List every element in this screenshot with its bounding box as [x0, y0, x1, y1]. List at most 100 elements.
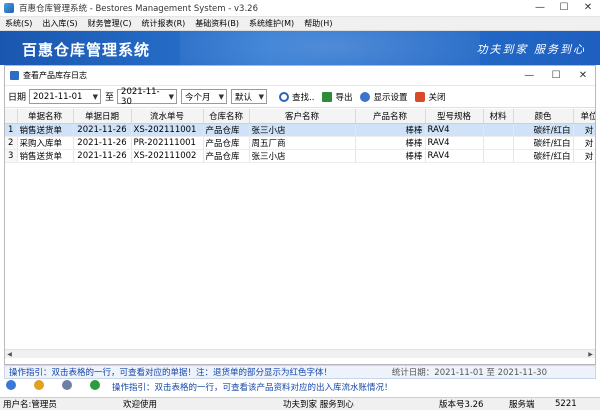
cell: 产品仓库 — [203, 136, 250, 150]
stock-log-grid[interactable]: 单据名称 单据日期 流水单号 仓库名称 客户名称 产品名称 型号规格 材料 颜色… — [5, 109, 595, 333]
search-label: 查找.. — [292, 92, 315, 103]
column-header[interactable]: 流水单号 — [131, 109, 204, 124]
help-icon[interactable] — [6, 380, 16, 390]
column-header[interactable]: 单位 — [573, 109, 595, 124]
info-icon[interactable] — [34, 380, 44, 390]
column-header[interactable]: 单据日期 — [73, 109, 132, 124]
banner: 百惠仓库管理系统 功夫到家 服务到心 — [0, 31, 600, 65]
close-icon[interactable]: ✕ — [576, 0, 600, 16]
export-button[interactable]: 导出 — [322, 91, 352, 103]
status-user: 用户名:管理员 — [3, 400, 57, 410]
cell: 棒棒 — [355, 136, 426, 150]
cell — [483, 136, 514, 150]
horizontal-scrollbar[interactable]: ◀ ▶ — [5, 349, 595, 358]
cell: 碳纤/红白 — [513, 149, 574, 163]
menu-basics[interactable]: 基础资料(B) — [190, 18, 244, 29]
close-button[interactable]: 关闭 — [415, 91, 445, 103]
menu-bar: 系统(S) 出入库(S) 财务管理(C) 统计报表(R) 基础资料(B) 系统维… — [0, 17, 600, 31]
search-icon — [279, 91, 290, 102]
display-settings-button[interactable]: 显示设置 — [360, 91, 407, 103]
column-header[interactable]: 型号规格 — [425, 109, 484, 124]
filter-toolbar: 日期 2021-11-01 ▼ 至 2021-11-30 ▼ 今个月 ▼ 默认 ▼ 查找… — [5, 86, 595, 108]
menu-system[interactable]: 系统(S) — [0, 18, 37, 29]
child-status-strip: 操作指引：双击表格的一行，可查看对应的单据！注：退货单的部分显示为红色字体！ 统… — [4, 365, 596, 379]
search-button[interactable]: 查找.. — [279, 91, 314, 103]
gear-icon — [360, 91, 371, 102]
row-number-header — [5, 109, 18, 124]
banner-logo: 百惠仓库管理系统 — [22, 41, 151, 59]
app-icon — [4, 3, 14, 13]
status-version: 版本号3.26 — [439, 400, 484, 410]
maximize-icon[interactable]: ☐ — [552, 0, 576, 16]
app-title: 百惠仓库管理系统 - Bestores Management System - … — [19, 4, 258, 14]
cell: 棒棒 — [355, 149, 426, 163]
export-label: 导出 — [335, 92, 353, 103]
status-motto: 功夫到家 服务到心 — [283, 400, 354, 410]
chevron-down-icon: ▼ — [92, 92, 99, 101]
chevron-down-icon: ▼ — [168, 92, 175, 101]
cell: 2021-11-26 — [73, 149, 132, 163]
column-header[interactable]: 材料 — [483, 109, 514, 124]
status-service: 服务端 — [509, 400, 535, 410]
child-maximize-icon[interactable]: ☐ — [544, 70, 568, 81]
child-close-icon[interactable]: ✕ — [571, 70, 595, 81]
refresh-icon[interactable] — [90, 380, 100, 390]
mode-value: 默认 — [235, 92, 253, 103]
date-to-picker[interactable]: 2021-11-30 ▼ — [117, 87, 178, 107]
row-number: 1 — [5, 123, 18, 137]
column-header[interactable]: 客户名称 — [249, 109, 356, 124]
mode-select[interactable]: 默认 ▼ — [231, 89, 268, 104]
cell: 销售送货单 — [17, 149, 74, 163]
status-bar: 用户名:管理员 欢迎使用 功夫到家 服务到心 版本号3.26 服务端 5221 — [0, 397, 600, 410]
table-row[interactable]: 3 销售送货单 2021-11-26 XS-202111002 产品仓库 张三小… — [5, 149, 595, 163]
column-header[interactable]: 产品名称 — [355, 109, 426, 124]
minimize-icon[interactable]: — — [528, 0, 552, 16]
chevron-down-icon: ▼ — [218, 92, 225, 101]
scroll-right-icon[interactable]: ▶ — [586, 350, 595, 359]
child-minimize-icon[interactable]: — — [517, 70, 541, 81]
menu-maintenance[interactable]: 系统维护(M) — [244, 18, 299, 29]
cell: 2021-11-26 — [73, 136, 132, 150]
column-header[interactable]: 颜色 — [513, 109, 574, 124]
app-title-bar: 百惠仓库管理系统 - Bestores Management System - … — [0, 0, 600, 17]
cell: 碳纤/红白 — [513, 136, 574, 150]
chevron-down-icon: ▼ — [258, 92, 265, 101]
cell: 周五厂商 — [249, 136, 356, 150]
menu-finance[interactable]: 财务管理(C) — [83, 18, 137, 29]
cell: 碳纤/红白 — [513, 123, 574, 137]
menu-help[interactable]: 帮助(H) — [299, 18, 337, 29]
period-select[interactable]: 今个月 ▼ — [181, 89, 228, 104]
window-controls: — ☐ ✕ — [528, 0, 600, 16]
stock-log-table: 单据名称 单据日期 流水单号 仓库名称 客户名称 产品名称 型号规格 材料 颜色… — [5, 109, 595, 163]
menu-reports[interactable]: 统计报表(R) — [136, 18, 190, 29]
search-icon[interactable] — [62, 380, 72, 390]
quick-icons — [6, 380, 118, 390]
to-label: 至 — [105, 93, 115, 103]
cell: RAV4 — [425, 149, 484, 163]
cell: RAV4 — [425, 136, 484, 150]
close-icon — [415, 91, 426, 102]
period-value: 今个月 — [185, 92, 211, 103]
status-welcome: 欢迎使用 — [123, 400, 158, 410]
menu-stock[interactable]: 出入库(S) — [37, 18, 82, 29]
settings-label: 显示设置 — [373, 92, 408, 103]
table-row[interactable]: 2 采购入库单 2021-11-26 PR-202111001 产品仓库 周五厂… — [5, 136, 595, 150]
banner-slogan: 功夫到家 服务到心 — [476, 43, 586, 56]
child-title-bar: 查看产品库存日志 — ☐ ✕ — [5, 66, 595, 86]
cell: 对 — [573, 123, 595, 137]
child-title: 查看产品库存日志 — [23, 71, 87, 80]
table-row[interactable]: 1 销售送货单 2021-11-26 XS-202111001 产品仓库 张三小… — [5, 123, 595, 137]
window-icon — [10, 71, 19, 80]
cell — [483, 149, 514, 163]
operation-hint: 操作指引：双击表格的一行，可查看对应的单据！注：退货单的部分显示为红色字体！ — [9, 368, 333, 378]
row-number: 2 — [5, 136, 18, 150]
column-header[interactable]: 单据名称 — [17, 109, 74, 124]
child-window-controls: — ☐ ✕ — [517, 70, 595, 81]
export-icon — [322, 91, 333, 102]
date-from-picker[interactable]: 2021-11-01 ▼ — [29, 89, 102, 104]
cell — [483, 123, 514, 137]
column-header[interactable]: 仓库名称 — [203, 109, 250, 124]
cell: 对 — [573, 136, 595, 150]
bottom-operation-hint: 操作指引：双击表格的一行，可查看该产品资料对应的出入库流水账情况！ — [112, 383, 393, 393]
scroll-left-icon[interactable]: ◀ — [5, 350, 14, 359]
